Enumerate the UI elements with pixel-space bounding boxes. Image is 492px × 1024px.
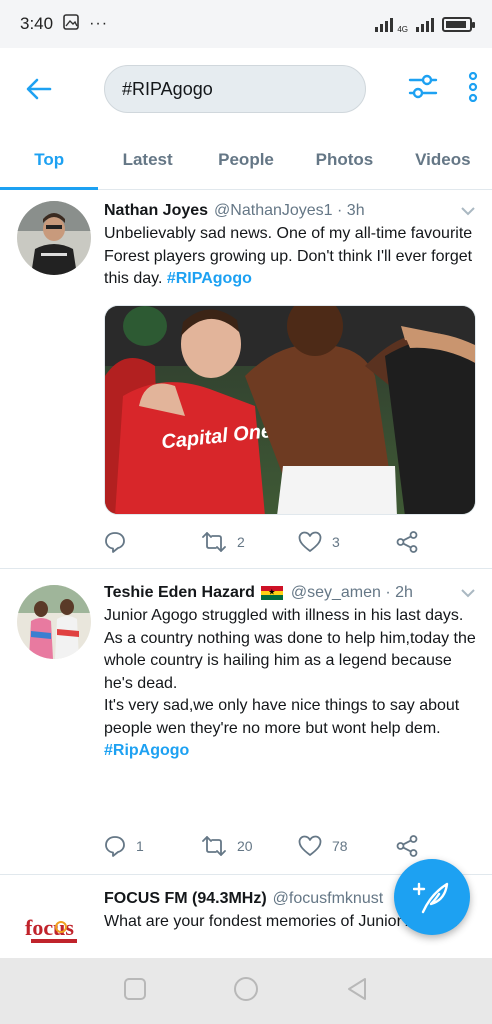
tweet-time: 3h: [346, 202, 365, 219]
hashtag-link[interactable]: #RIPAgogo: [167, 270, 252, 287]
separator: ·: [380, 584, 396, 601]
tab-latest[interactable]: Latest: [98, 130, 196, 189]
retweet-button[interactable]: 2: [201, 532, 245, 552]
tweet-text: Junior Agogo struggled with illness in h…: [104, 605, 476, 763]
circle-icon: [234, 976, 258, 1001]
back-nav-button[interactable]: [345, 977, 369, 1006]
more-notifications-icon: ···: [89, 15, 109, 32]
signal-icon-2: [416, 16, 434, 32]
tweet-text-line: Junior Agogo struggled with illness in h…: [104, 607, 464, 624]
reply-icon: [105, 836, 125, 857]
overflow-menu-button[interactable]: [468, 71, 478, 107]
sliders-icon: [408, 74, 438, 98]
retweet-count: 2: [237, 534, 245, 550]
author-name: FOCUS FM (94.3MHz): [104, 890, 267, 907]
signal-icon: [375, 16, 394, 32]
status-bar: 3:40 ··· 4G: [0, 0, 492, 48]
retweet-button[interactable]: 20: [201, 836, 253, 856]
reply-icon: [105, 532, 125, 553]
retweet-icon: [202, 532, 226, 552]
author-handle: @NathanJoyes1: [214, 202, 333, 219]
gallery-notification-icon: [63, 13, 79, 35]
more-vertical-icon: [468, 71, 478, 102]
tweet[interactable]: Teshie Eden Hazard ★ @sey_amen · 2h Juni…: [0, 569, 492, 875]
hashtag-link[interactable]: #RipAgogo: [104, 740, 476, 763]
tweet-actions: 1 20 78: [104, 831, 424, 861]
battery-icon: [442, 16, 475, 32]
like-count: 3: [332, 534, 340, 550]
tweet-header: Teshie Eden Hazard ★ @sey_amen · 2h: [104, 583, 476, 603]
search-input[interactable]: #RIPAgogo: [104, 65, 366, 113]
share-icon: [396, 835, 418, 857]
ghana-flag-icon: ★: [260, 586, 283, 600]
tweet-header: Nathan Joyes @NathanJoyes1 · 3h: [104, 201, 476, 221]
author-name: Teshie Eden Hazard: [104, 584, 255, 601]
heart-icon: [298, 531, 322, 552]
tab-photos[interactable]: Photos: [295, 130, 393, 189]
square-icon: [124, 977, 146, 1000]
retweet-icon: [202, 836, 226, 856]
retweet-count: 20: [237, 838, 253, 854]
tweet-menu-chevron-icon[interactable]: [460, 203, 476, 221]
avatar[interactable]: [17, 201, 91, 275]
author-handle: @focusfmknust: [272, 890, 384, 907]
share-icon: [396, 531, 418, 553]
avatar[interactable]: [17, 585, 91, 659]
like-count: 78: [332, 838, 348, 854]
tweet-text-body: Unbelievably sad news. One of my all-tim…: [104, 225, 473, 287]
search-header: #RIPAgogo: [0, 48, 492, 130]
share-button[interactable]: [396, 835, 418, 857]
recents-button[interactable]: [123, 977, 147, 1006]
share-button[interactable]: [396, 531, 418, 553]
triangle-back-icon: [348, 977, 366, 1000]
compose-feather-icon: [413, 882, 449, 914]
author-handle: @sey_amen: [290, 584, 381, 601]
tweet-menu-chevron-icon[interactable]: [460, 585, 476, 603]
tab-videos[interactable]: Videos: [394, 130, 492, 189]
tab-top[interactable]: Top: [0, 130, 99, 190]
search-query: #RIPAgogo: [122, 78, 213, 99]
heart-icon: [298, 835, 322, 856]
system-nav-bar: [0, 958, 492, 1024]
separator: ·: [332, 202, 347, 219]
like-button[interactable]: 78: [298, 835, 348, 857]
tweet-text-line: As a country nothing was done to help hi…: [104, 629, 476, 692]
like-button[interactable]: 3: [298, 531, 340, 553]
status-time: 3:40: [20, 14, 54, 33]
network-type: 4G: [397, 24, 408, 34]
tweet-actions: 2 3: [104, 527, 424, 557]
tweet-text: Unbelievably sad news. One of my all-tim…: [104, 223, 476, 291]
tab-people[interactable]: People: [197, 130, 295, 189]
back-button[interactable]: [0, 48, 78, 130]
search-filter-button[interactable]: [408, 74, 438, 105]
tweet-photo[interactable]: Capital One: [104, 305, 476, 515]
back-arrow-icon: [26, 78, 52, 100]
home-button[interactable]: [233, 976, 259, 1007]
tweet-feed: Nathan Joyes @NathanJoyes1 · 3h Unbeliev…: [0, 191, 492, 975]
tweet-time: 2h: [395, 584, 413, 601]
tweet[interactable]: Nathan Joyes @NathanJoyes1 · 3h Unbeliev…: [0, 191, 492, 569]
compose-tweet-button[interactable]: [394, 859, 470, 935]
author-name: Nathan Joyes: [104, 202, 209, 219]
reply-button[interactable]: [104, 531, 136, 553]
avatar[interactable]: focus: [17, 889, 91, 963]
search-tabs: Top Latest People Photos Videos: [0, 130, 492, 190]
tweet-text-line: It's very sad,we only have nice things t…: [104, 697, 460, 737]
reply-button[interactable]: 1: [104, 835, 144, 857]
reply-count: 1: [136, 838, 144, 854]
